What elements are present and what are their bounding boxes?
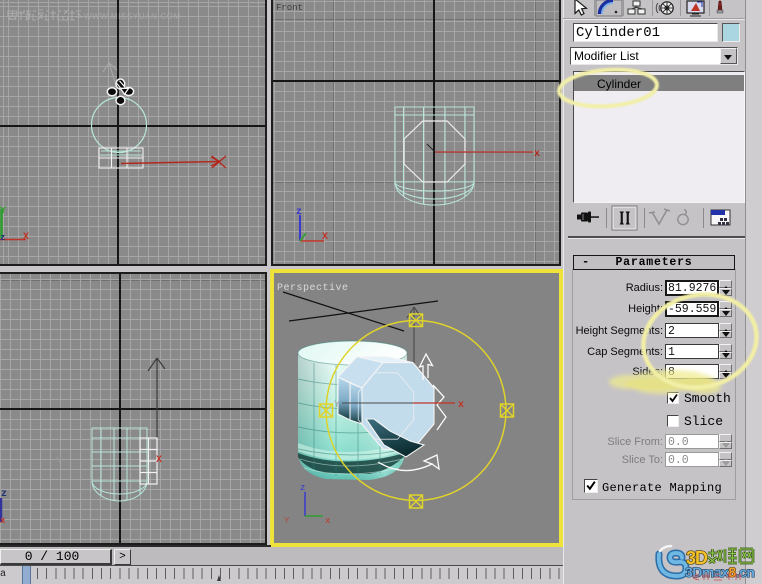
svg-text:Y: Y	[284, 516, 290, 526]
svg-text:x: x	[325, 516, 330, 526]
svg-text:Y: Y	[0, 206, 6, 217]
svg-text:z: z	[300, 483, 305, 493]
svg-text:3Dmax8.cn: 3Dmax8.cn	[685, 564, 754, 580]
svg-text:X: X	[23, 232, 29, 243]
svg-text:X: X	[322, 232, 328, 243]
svg-text:x: x	[0, 516, 6, 526]
svg-text:x: x	[534, 149, 540, 160]
svg-text:WWW.MISSYUAN.COM: WWW.MISSYUAN.COM	[84, 12, 181, 21]
svg-text:z: z	[0, 233, 5, 243]
svg-text:Perspective: Perspective	[277, 282, 349, 294]
svg-text:Front: Front	[276, 3, 303, 13]
svg-text:X: X	[156, 455, 162, 466]
svg-text:Y: Y	[56, 456, 62, 467]
svg-text:z: z	[296, 207, 302, 218]
svg-text:z: z	[1, 489, 7, 500]
svg-text:Y: Y	[334, 400, 340, 411]
svg-text:x: x	[458, 400, 464, 411]
